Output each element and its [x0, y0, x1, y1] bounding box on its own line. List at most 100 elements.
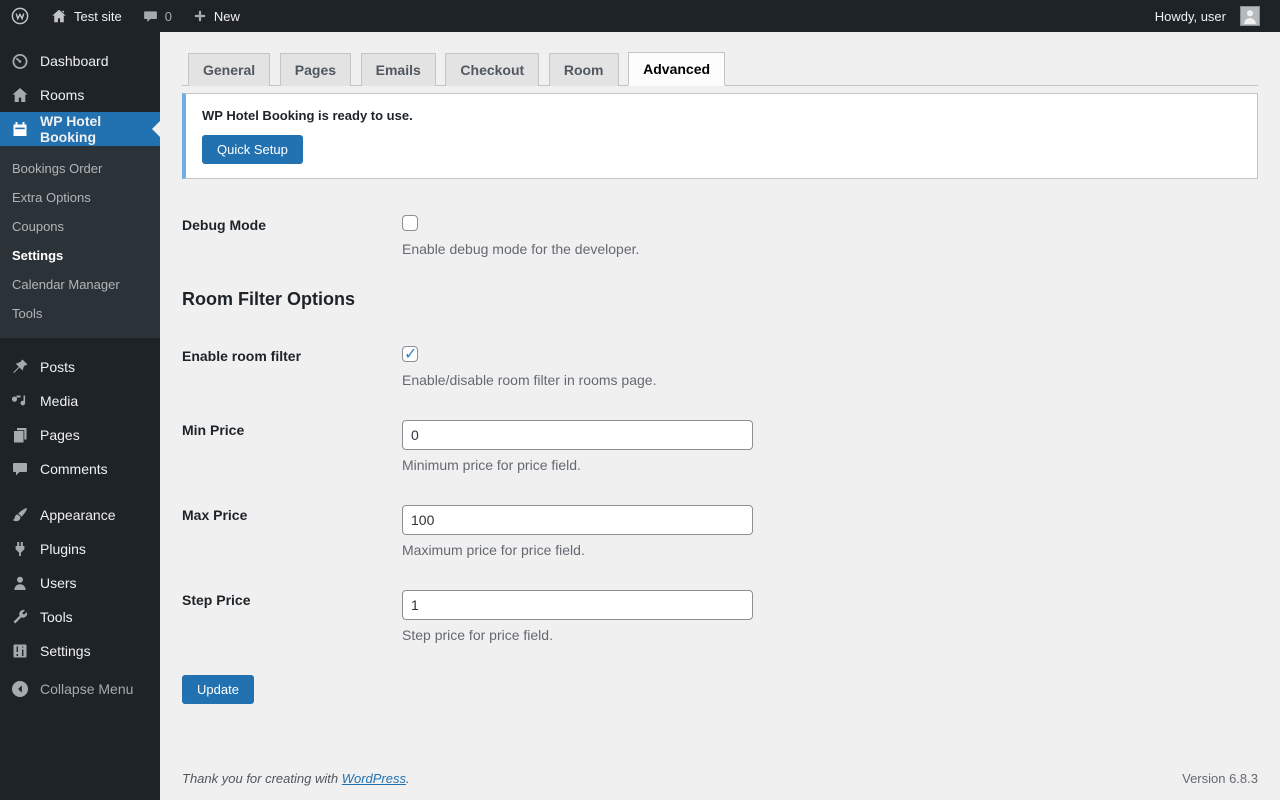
- avatar: [1240, 6, 1260, 26]
- account-menu[interactable]: Howdy, user: [1145, 0, 1270, 32]
- sidebar-item-label: Pages: [40, 427, 80, 443]
- tab-pages[interactable]: Pages: [279, 53, 352, 86]
- users-icon: [10, 573, 30, 593]
- rooms-icon: [10, 85, 30, 105]
- update-row: Update: [182, 675, 1258, 704]
- submenu-item-coupons[interactable]: Coupons: [0, 212, 160, 241]
- pushpin-icon: [10, 357, 30, 377]
- submenu-item-settings[interactable]: Settings: [0, 241, 160, 270]
- footer-thanks-period: .: [406, 771, 410, 786]
- quick-setup-button[interactable]: Quick Setup: [202, 135, 303, 164]
- sidebar-item-label: Comments: [40, 461, 108, 477]
- max-price-description: Maximum price for price field.: [402, 542, 585, 558]
- collapse-icon: [10, 679, 30, 699]
- sidebar-item-users[interactable]: Users: [0, 566, 160, 600]
- wordpress-link[interactable]: WordPress: [342, 771, 406, 786]
- sidebar-item-label: Rooms: [40, 87, 85, 103]
- setup-notice: WP Hotel Booking is ready to use. Quick …: [182, 93, 1258, 179]
- advanced-settings-form: Debug Mode Enable debug mode for the dev…: [182, 215, 1258, 704]
- sidebar-item-comments[interactable]: Comments: [0, 452, 160, 486]
- sidebar-item-label: Users: [40, 575, 77, 591]
- tab-checkout[interactable]: Checkout: [445, 53, 540, 86]
- enable-room-filter-label: Enable room filter: [182, 348, 302, 364]
- tools-icon: [10, 607, 30, 627]
- calendar-icon: [10, 119, 30, 139]
- max-price-label: Max Price: [182, 507, 248, 523]
- sidebar-item-label: Appearance: [40, 507, 116, 523]
- collapse-menu-label: Collapse Menu: [40, 681, 134, 697]
- sidebar-menu: Dashboard Rooms WP Hotel Booking Booking…: [0, 32, 160, 800]
- sidebar-item-label: Dashboard: [40, 53, 109, 69]
- dashboard-icon: [10, 51, 30, 71]
- enable-room-filter-row: Enable room filter Enable/disable room f…: [182, 344, 1258, 388]
- sidebar-item-label: Posts: [40, 359, 76, 375]
- step-price-row: Step Price Step price for price field.: [182, 590, 1258, 643]
- sidebar-item-rooms[interactable]: Rooms: [0, 78, 160, 112]
- debug-mode-description: Enable debug mode for the developer.: [402, 241, 640, 257]
- min-price-row: Min Price Minimum price for price field.: [182, 420, 1258, 473]
- main-content: General Pages Emails Checkout Room Advan…: [160, 32, 1280, 800]
- menu-separator: [0, 486, 160, 498]
- submenu-item-calendar-manager[interactable]: Calendar Manager: [0, 270, 160, 299]
- howdy-text: Howdy, user: [1154, 8, 1226, 24]
- comments-count: 0: [164, 8, 172, 24]
- submenu-item-bookings-order[interactable]: Bookings Order: [0, 154, 160, 183]
- sidebar-item-label: Media: [40, 393, 79, 409]
- home-icon: [50, 7, 68, 25]
- sidebar-item-pages[interactable]: Pages: [0, 418, 160, 452]
- step-price-description: Step price for price field.: [402, 627, 553, 643]
- admin-footer: Thank you for creating with WordPress. V…: [182, 771, 1258, 800]
- enable-room-filter-checkbox[interactable]: [402, 344, 418, 364]
- admin-bar-right: Howdy, user: [1145, 0, 1280, 32]
- sidebar-item-posts[interactable]: Posts: [0, 350, 160, 384]
- max-price-input[interactable]: [402, 505, 753, 535]
- min-price-label: Min Price: [182, 422, 245, 438]
- plugins-icon: [10, 539, 30, 559]
- sidebar-item-tools[interactable]: Tools: [0, 600, 160, 634]
- tab-advanced[interactable]: Advanced: [628, 52, 726, 86]
- pages-icon: [10, 425, 30, 445]
- collapse-menu-button[interactable]: Collapse Menu: [0, 672, 160, 706]
- submenu-item-extra-options[interactable]: Extra Options: [0, 183, 160, 212]
- footer-thanks: Thank you for creating with WordPress.: [182, 771, 410, 786]
- sidebar-item-appearance[interactable]: Appearance: [0, 498, 160, 532]
- min-price-description: Minimum price for price field.: [402, 457, 581, 473]
- notice-title: WP Hotel Booking is ready to use.: [202, 108, 413, 123]
- step-price-input[interactable]: [402, 590, 753, 620]
- sidebar-item-wp-hotel-booking[interactable]: WP Hotel Booking: [0, 112, 160, 146]
- appearance-icon: [10, 505, 30, 525]
- tab-general[interactable]: General: [188, 53, 271, 86]
- min-price-input[interactable]: [402, 420, 753, 450]
- tab-room[interactable]: Room: [548, 53, 619, 86]
- tab-emails[interactable]: Emails: [360, 53, 436, 86]
- debug-mode-row: Debug Mode Enable debug mode for the dev…: [182, 215, 1258, 257]
- submenu-item-tools[interactable]: Tools: [0, 299, 160, 328]
- sidebar-item-label: WP Hotel Booking: [40, 113, 102, 145]
- footer-version: Version 6.8.3: [1182, 771, 1258, 786]
- plus-icon: [192, 8, 208, 24]
- admin-bar: Test site 0 New Howdy, user: [0, 0, 1280, 32]
- new-button[interactable]: New: [182, 0, 250, 32]
- new-label: New: [213, 8, 240, 24]
- hotel-booking-submenu: Bookings Order Extra Options Coupons Set…: [0, 146, 160, 338]
- footer-thanks-text: Thank you for creating with: [182, 771, 342, 786]
- media-icon: [10, 391, 30, 411]
- admin-bar-left: Test site 0 New: [0, 0, 250, 32]
- sidebar-item-label: Plugins: [40, 541, 86, 557]
- sidebar-item-dashboard[interactable]: Dashboard: [0, 44, 160, 78]
- sidebar-item-plugins[interactable]: Plugins: [0, 532, 160, 566]
- site-link[interactable]: Test site: [40, 0, 132, 32]
- debug-mode-checkbox[interactable]: [402, 215, 418, 231]
- enable-room-filter-description: Enable/disable room filter in rooms page…: [402, 372, 657, 388]
- sidebar-item-label: Tools: [40, 609, 73, 625]
- sidebar-item-settings[interactable]: Settings: [0, 634, 160, 668]
- wp-logo-icon: [10, 6, 30, 26]
- wp-logo-button[interactable]: [0, 0, 40, 32]
- comments-link[interactable]: 0: [132, 0, 182, 32]
- comments-bubble-icon: [142, 8, 159, 25]
- settings-tab-bar: General Pages Emails Checkout Room Advan…: [182, 52, 1258, 86]
- menu-separator: [0, 338, 160, 350]
- sidebar-item-media[interactable]: Media: [0, 384, 160, 418]
- comment-icon: [10, 459, 30, 479]
- update-button[interactable]: Update: [182, 675, 254, 704]
